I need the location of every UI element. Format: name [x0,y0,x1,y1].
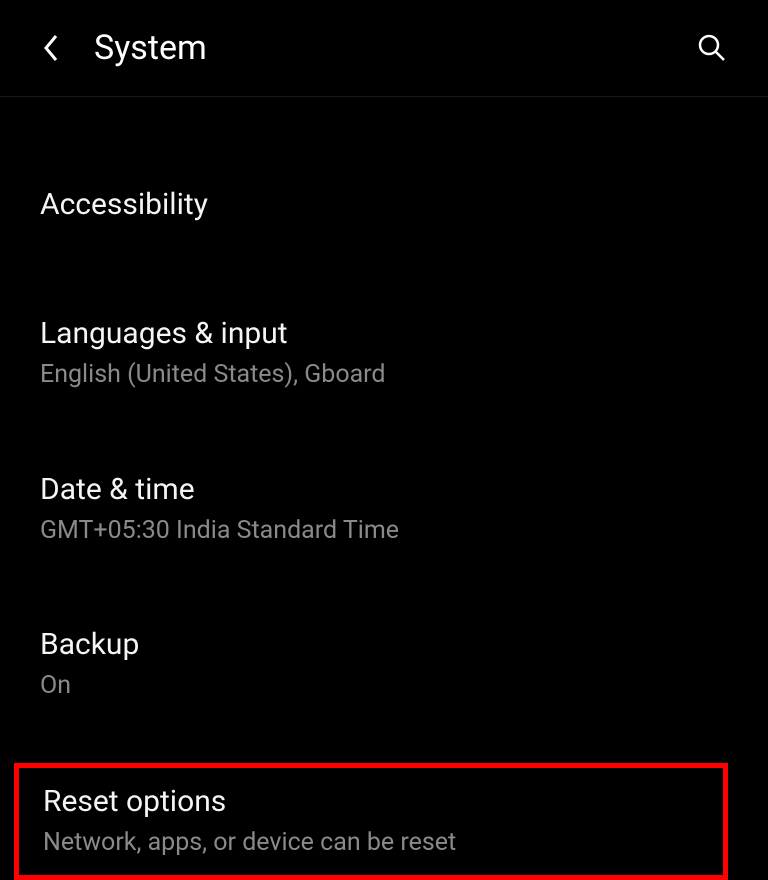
setting-subtitle: English (United States), Gboard [40,359,728,392]
back-icon[interactable] [40,37,62,59]
setting-title: Backup [40,625,728,664]
setting-title: Accessibility [40,185,728,224]
page-title: System [94,28,207,68]
setting-subtitle: GMT+05:30 India Standard Time [40,515,728,548]
setting-title: Date & time [40,470,728,509]
setting-subtitle: On [40,670,728,703]
setting-subtitle: Network, apps, or device can be reset [43,827,699,860]
setting-languages-input[interactable]: Languages & input English (United States… [0,296,768,412]
settings-list: Accessibility Languages & input English … [0,97,768,880]
search-icon[interactable] [696,32,728,64]
setting-accessibility[interactable]: Accessibility [0,167,768,244]
setting-reset-options[interactable]: Reset options Network, apps, or device c… [14,763,728,880]
setting-date-time[interactable]: Date & time GMT+05:30 India Standard Tim… [0,452,768,568]
header-bar: System [0,0,768,97]
header-left: System [40,28,207,68]
setting-backup[interactable]: Backup On [0,607,768,723]
setting-title: Languages & input [40,314,728,353]
setting-title: Reset options [43,782,699,821]
